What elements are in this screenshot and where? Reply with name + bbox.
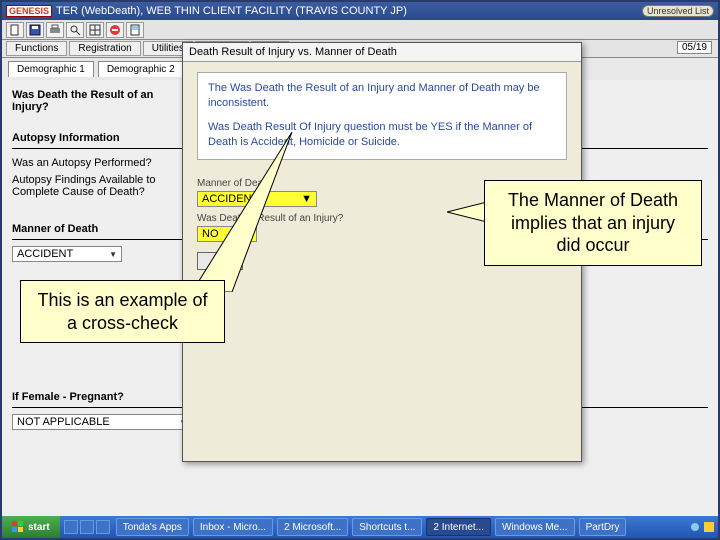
save-icon[interactable]	[26, 22, 44, 38]
toolbar	[2, 20, 718, 40]
task-item[interactable]: Tonda's Apps	[116, 518, 189, 536]
print-preview-icon[interactable]	[46, 22, 64, 38]
titlebar: GENESIS TER (WebDeath), WEB THIN CLIENT …	[2, 2, 718, 20]
autopsy-performed-label: Was an Autopsy Performed?	[12, 157, 182, 169]
task-item[interactable]: PartDry	[579, 518, 627, 536]
chevron-down-icon: ▼	[109, 250, 117, 259]
ql-icon[interactable]	[80, 520, 94, 534]
task-item[interactable]: Windows Me...	[495, 518, 575, 536]
report-icon[interactable]	[126, 22, 144, 38]
windows-logo-icon	[12, 521, 24, 533]
injury-question-label: Was Death the Result of an Injury?	[12, 89, 182, 113]
dialog-line-1: The Was Death the Result of an Injury an…	[208, 81, 556, 112]
abort-icon[interactable]	[106, 22, 124, 38]
new-icon[interactable]	[6, 22, 24, 38]
ql-icon[interactable]	[96, 520, 110, 534]
start-label: start	[28, 522, 50, 533]
window-title: TER (WebDeath), WEB THIN CLIENT FACILITY…	[56, 5, 407, 17]
app-logo: GENESIS	[6, 5, 52, 17]
chevron-down-icon: ▼	[301, 193, 312, 205]
app-window: GENESIS TER (WebDeath), WEB THIN CLIENT …	[0, 0, 720, 540]
tab-demographic-2[interactable]: Demographic 2	[98, 61, 184, 77]
tray-icon[interactable]	[704, 522, 714, 532]
autopsy-findings-label: Autopsy Findings Available to Complete C…	[12, 174, 182, 198]
quick-launch	[60, 520, 114, 534]
task-item[interactable]: Inbox - Micro...	[193, 518, 273, 536]
pregnant-select[interactable]: NOT APPLICABLE ▼	[12, 414, 192, 430]
ql-icon[interactable]	[64, 520, 78, 534]
task-item[interactable]: Shortcuts t...	[352, 518, 422, 536]
system-tray	[690, 522, 718, 532]
start-button[interactable]: start	[2, 516, 60, 538]
tab-demographic-1[interactable]: Demographic 1	[8, 61, 94, 77]
search-icon[interactable]	[66, 22, 84, 38]
callout-cross-check: This is an example of a cross-check	[20, 280, 225, 343]
pregnant-value: NOT APPLICABLE	[17, 416, 110, 428]
unresolved-list-button[interactable]: Unresolved List	[642, 5, 714, 17]
task-item[interactable]: 2 Internet...	[426, 518, 491, 536]
callout-manner-of-death: The Manner of Death implies that an inju…	[484, 180, 702, 266]
manner-of-death-value: ACCIDENT	[17, 248, 73, 260]
manner-of-death-select[interactable]: ACCIDENT ▼	[12, 246, 122, 262]
tray-icon[interactable]	[690, 522, 700, 532]
date-display: 05/19	[677, 41, 712, 54]
menu-registration[interactable]: Registration	[69, 41, 140, 56]
callout-pointer-left	[192, 132, 302, 292]
menu-functions[interactable]: Functions	[6, 41, 67, 56]
grid-icon[interactable]	[86, 22, 104, 38]
task-item[interactable]: 2 Microsoft...	[277, 518, 348, 536]
taskbar: start Tonda's Apps Inbox - Micro... 2 Mi…	[2, 516, 718, 538]
dialog-title: Death Result of Injury vs. Manner of Dea…	[183, 43, 581, 62]
